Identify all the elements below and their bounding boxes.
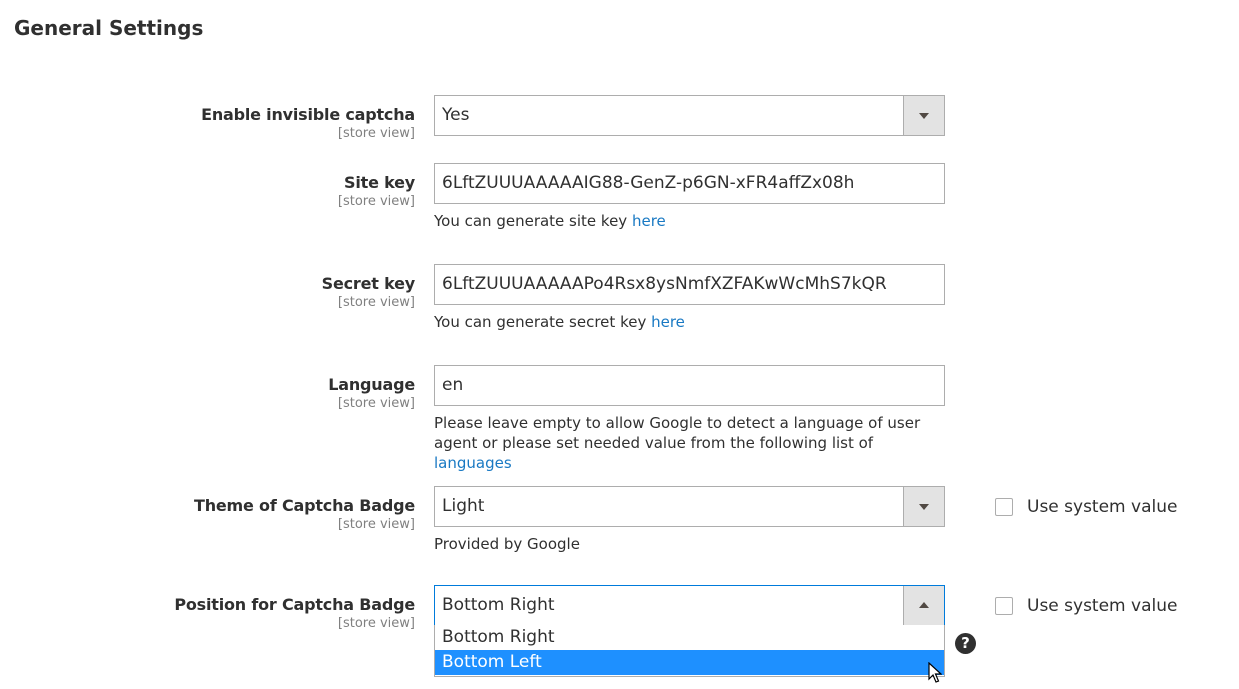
secret-key-here-link[interactable]: here xyxy=(651,313,685,331)
input-value: 6LftZUUUAAAAAIG88-GenZ-p6GN-xFR4affZx08h xyxy=(442,173,855,193)
secret-key-input[interactable]: 6LftZUUUAAAAAPo4Rsx8ysNmfXZFAKwWcMhS7kQR xyxy=(434,264,945,305)
note-text: Provided by Google xyxy=(434,535,580,553)
dropdown-toggle[interactable] xyxy=(903,586,944,625)
field-label: Position for Captcha Badge xyxy=(174,595,415,614)
field-label: Enable invisible captcha xyxy=(201,105,415,124)
note-text: You can generate site key xyxy=(434,212,628,230)
use-system-value-checkbox[interactable] xyxy=(995,498,1013,516)
question-mark-icon[interactable]: ? xyxy=(955,633,976,654)
site-key-input[interactable]: 6LftZUUUAAAAAIG88-GenZ-p6GN-xFR4affZx08h xyxy=(434,163,945,204)
field-label: Secret key xyxy=(321,274,416,293)
option-label: Bottom Right xyxy=(442,627,555,647)
input-value: 6LftZUUUAAAAAPo4Rsx8ysNmfXZFAKwWcMhS7kQR xyxy=(442,274,887,294)
chevron-down-icon xyxy=(919,113,929,119)
note-text: You can generate secret key xyxy=(434,313,647,331)
language-input[interactable]: en xyxy=(434,365,945,406)
language-note: Please leave empty to allow Google to de… xyxy=(434,413,954,473)
input-value: en xyxy=(442,375,464,395)
option-bottom-right[interactable]: Bottom Right xyxy=(435,625,944,650)
field-label: Language xyxy=(328,375,415,394)
scope-label: [store view] xyxy=(337,517,415,532)
scope-label: [store view] xyxy=(337,126,415,141)
position-select[interactable]: Bottom Right xyxy=(434,585,945,626)
select-value: Yes xyxy=(442,105,470,125)
chevron-up-icon xyxy=(919,602,929,608)
option-label: Bottom Left xyxy=(442,652,542,672)
dropdown-toggle[interactable] xyxy=(903,487,944,526)
enable-captcha-select[interactable]: Yes xyxy=(434,95,945,136)
scope-label: [store view] xyxy=(337,616,415,631)
use-system-value-checkbox[interactable] xyxy=(995,597,1013,615)
use-system-value-label: Use system value xyxy=(1027,596,1178,616)
languages-link[interactable]: languages xyxy=(434,454,512,472)
field-label: Site key xyxy=(344,173,415,192)
scope-label: [store view] xyxy=(337,295,415,310)
select-value: Bottom Right xyxy=(442,595,555,615)
field-label: Theme of Captcha Badge xyxy=(193,496,415,515)
note-text: Please leave empty to allow Google to de… xyxy=(434,414,921,452)
use-system-value-label: Use system value xyxy=(1027,497,1178,517)
section-title[interactable]: General Settings xyxy=(14,16,203,40)
secret-key-note: You can generate secret key here xyxy=(434,312,954,332)
scope-label: [store view] xyxy=(337,194,415,209)
theme-note: Provided by Google xyxy=(434,534,954,554)
site-key-here-link[interactable]: here xyxy=(632,212,666,230)
option-bottom-left[interactable]: Bottom Left xyxy=(435,650,944,675)
position-options-list: Bottom Right Bottom Left xyxy=(434,625,945,677)
theme-select[interactable]: Light xyxy=(434,486,945,527)
chevron-down-icon xyxy=(919,504,929,510)
site-key-note: You can generate site key here xyxy=(434,211,954,231)
scope-label: [store view] xyxy=(337,396,415,411)
mouse-pointer-icon xyxy=(928,662,942,683)
select-value: Light xyxy=(442,496,485,516)
dropdown-toggle[interactable] xyxy=(903,96,944,135)
